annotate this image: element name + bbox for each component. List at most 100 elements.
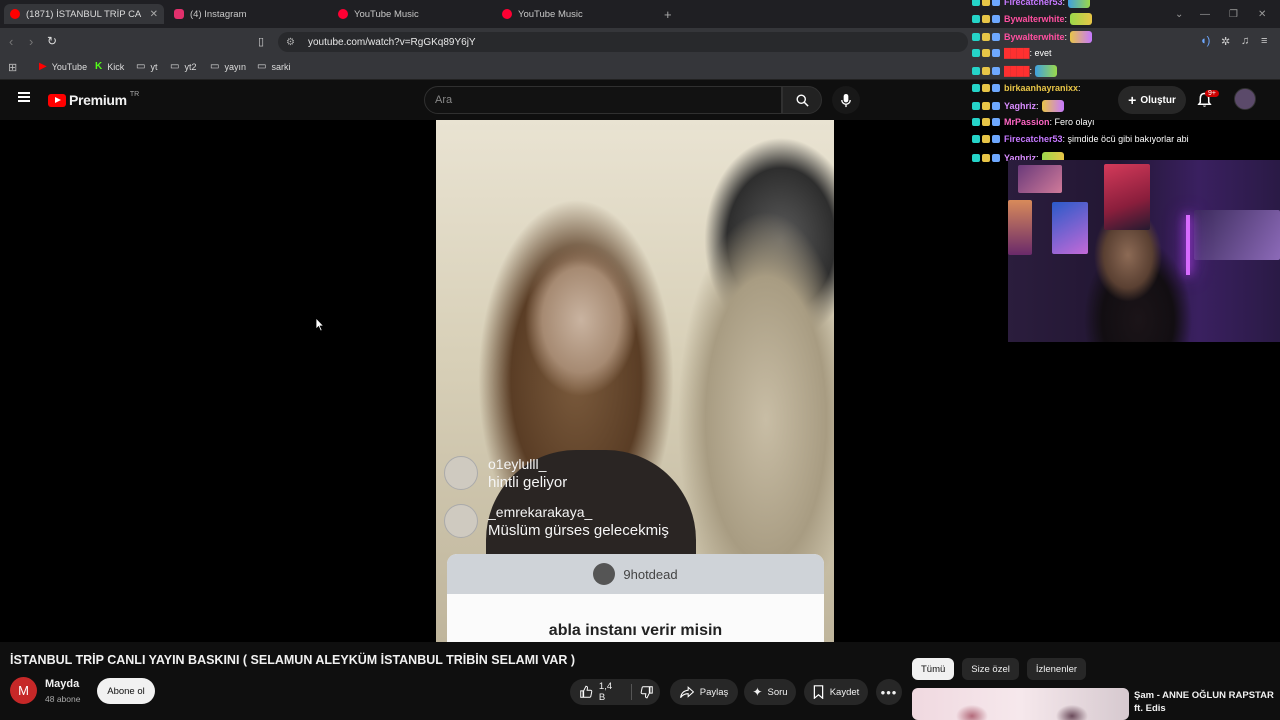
address-bar[interactable]: ⚙ youtube.com/watch?v=RgGKq89Y6jY	[278, 32, 968, 52]
youtube-icon: ▶	[39, 61, 47, 72]
like-button[interactable]: 1,4 B	[579, 681, 621, 703]
folder-icon: ▭	[136, 61, 146, 72]
channel-name[interactable]: Mayda	[45, 678, 79, 690]
search-icon	[796, 94, 809, 107]
browser-tab-instagram[interactable]: (4) Instagram	[174, 4, 324, 24]
chat-badge-icon	[972, 101, 980, 110]
youtube-music-favicon-icon	[338, 9, 348, 19]
bookmark-folder-sarki[interactable]: ▭ sarki	[257, 61, 290, 72]
sparkle-icon: ✦	[752, 685, 763, 699]
wall-poster	[1052, 202, 1088, 254]
mouse-cursor-icon	[315, 317, 325, 332]
tab-title: (4) Instagram	[190, 8, 247, 20]
chat-message: Firecatcher53: şimdide öcü gibi bakıyorl…	[972, 134, 1189, 144]
bookmark-label: YouTube	[51, 61, 88, 72]
site-info-icon[interactable]: ⚙	[286, 37, 298, 48]
account-avatar[interactable]	[1234, 88, 1256, 110]
chat-separator: :	[1062, 0, 1066, 7]
bookmark-youtube[interactable]: ▶ YouTube	[39, 61, 87, 72]
chip-all[interactable]: Tümü	[912, 658, 955, 680]
neon-light	[1186, 215, 1190, 275]
chat-badge-icon	[982, 0, 990, 6]
save-button[interactable]: Kaydet	[804, 679, 868, 705]
recommended-video-title[interactable]: Şam - ANNE OĞLUN RAPSTAR ft. Edis	[1134, 689, 1274, 715]
recommended-video-thumbnail[interactable]	[912, 688, 1129, 720]
logo-text: Premium	[69, 92, 127, 108]
ask-button[interactable]: ✦ Soru	[744, 679, 796, 705]
guide-menu-icon[interactable]	[18, 92, 30, 102]
tab-close-icon[interactable]: ✕	[150, 9, 158, 20]
chat-badge-icon	[972, 32, 980, 41]
wall-poster	[1104, 164, 1150, 230]
chat-emote-icon	[1068, 0, 1091, 8]
chat-separator: :	[1064, 14, 1068, 25]
apps-grid-icon[interactable]: ⊞	[8, 61, 17, 74]
bookmark-page-icon[interactable]: ▯	[258, 35, 264, 48]
chat-username: Firecatcher53	[1004, 134, 1063, 145]
bookmark-folder-yt[interactable]: ▭ yt	[136, 61, 157, 72]
back-arrow-icon[interactable]: ‹	[9, 34, 13, 49]
chat-separator: :	[1064, 31, 1068, 42]
chat-emote-icon	[1070, 13, 1093, 26]
more-actions-button[interactable]: •••	[876, 679, 902, 705]
question-avatar	[593, 563, 616, 585]
create-button[interactable]: + Oluştur	[1118, 86, 1186, 114]
new-tab-plus-icon[interactable]: +	[664, 4, 672, 24]
chat-separator: :	[1078, 82, 1081, 93]
bookmark-label: yt2	[184, 61, 197, 72]
chat-badge-icon	[982, 83, 990, 92]
browser-tab-youtube-music-2[interactable]: YouTube Music	[502, 4, 652, 24]
forward-arrow-icon[interactable]: ›	[29, 34, 33, 49]
chat-message: birkaanhayranixx:	[972, 83, 1081, 93]
chat-separator: :	[1029, 66, 1033, 77]
like-divider	[631, 684, 632, 700]
chat-badge-icon	[992, 135, 1000, 144]
chat-badge-icon	[972, 118, 980, 127]
bookmark-label: yt	[150, 61, 158, 72]
youtube-favicon-icon	[10, 9, 20, 19]
bookmark-folder-yt2[interactable]: ▭ yt2	[170, 61, 196, 72]
more-icon: •••	[880, 684, 898, 700]
youtube-premium-logo[interactable]: Premium TR	[48, 91, 139, 108]
like-count: 1,4 B	[598, 681, 613, 703]
chat-badge-icon	[992, 48, 1000, 57]
video-frame[interactable]: o1eylulll_ hintli geliyor _emrekarakaya_…	[436, 120, 834, 642]
browser-tab-youtube[interactable]: (1871) İSTANBUL TRİP CANLI YA ✕	[4, 4, 164, 24]
subscribe-button[interactable]: Abone ol	[97, 678, 155, 704]
search-button[interactable]	[782, 86, 822, 114]
chat-text: : evet	[1029, 47, 1052, 58]
chat-emote-icon	[1035, 65, 1058, 78]
chat-badge-icon	[982, 153, 990, 162]
bookmark-kick[interactable]: K Kick	[95, 61, 124, 72]
chip-for-you[interactable]: Size özel	[962, 658, 1019, 680]
chat-badge-icon	[992, 0, 1000, 6]
channel-avatar[interactable]: M	[10, 677, 37, 704]
reload-icon[interactable]: ↻	[47, 34, 57, 48]
chat-badge-icon	[972, 67, 980, 76]
voice-search-button[interactable]	[832, 86, 860, 114]
thumbs-down-icon	[640, 686, 653, 699]
chat-badge-icon	[992, 83, 1000, 92]
question-header: 9hotdead	[447, 554, 824, 594]
chat-badge-icon	[972, 135, 980, 144]
comment-user: o1eylulll_	[488, 456, 547, 472]
bookmark-folder-yayin[interactable]: ▭ yayın	[210, 61, 246, 72]
chat-badge-icon	[982, 67, 990, 76]
chat-badge-icon	[982, 135, 990, 144]
commenter-avatar	[444, 504, 478, 538]
chat-message: Bywalterwhite:	[972, 30, 1093, 43]
chat-username: Firecatcher53	[1004, 0, 1063, 7]
chip-watched[interactable]: İzlenenler	[1026, 658, 1087, 680]
search-input[interactable]: Ara	[424, 86, 782, 114]
wall-poster	[1008, 200, 1032, 255]
dislike-button[interactable]	[640, 685, 660, 699]
browser-tab-youtube-music-1[interactable]: YouTube Music	[338, 4, 488, 24]
youtube-logo-icon	[48, 93, 66, 107]
commenter-avatar	[444, 456, 478, 490]
chat-text: : şimdide öcü gibi bakıyorlar abi	[1062, 134, 1189, 145]
tab-title: (1871) İSTANBUL TRİP CANLI YA	[26, 8, 142, 20]
share-button[interactable]: Paylaş	[670, 679, 738, 705]
chat-message: ████: evet	[972, 48, 1052, 58]
chat-badge-icon	[992, 67, 1000, 76]
chat-badge-icon	[982, 32, 990, 41]
